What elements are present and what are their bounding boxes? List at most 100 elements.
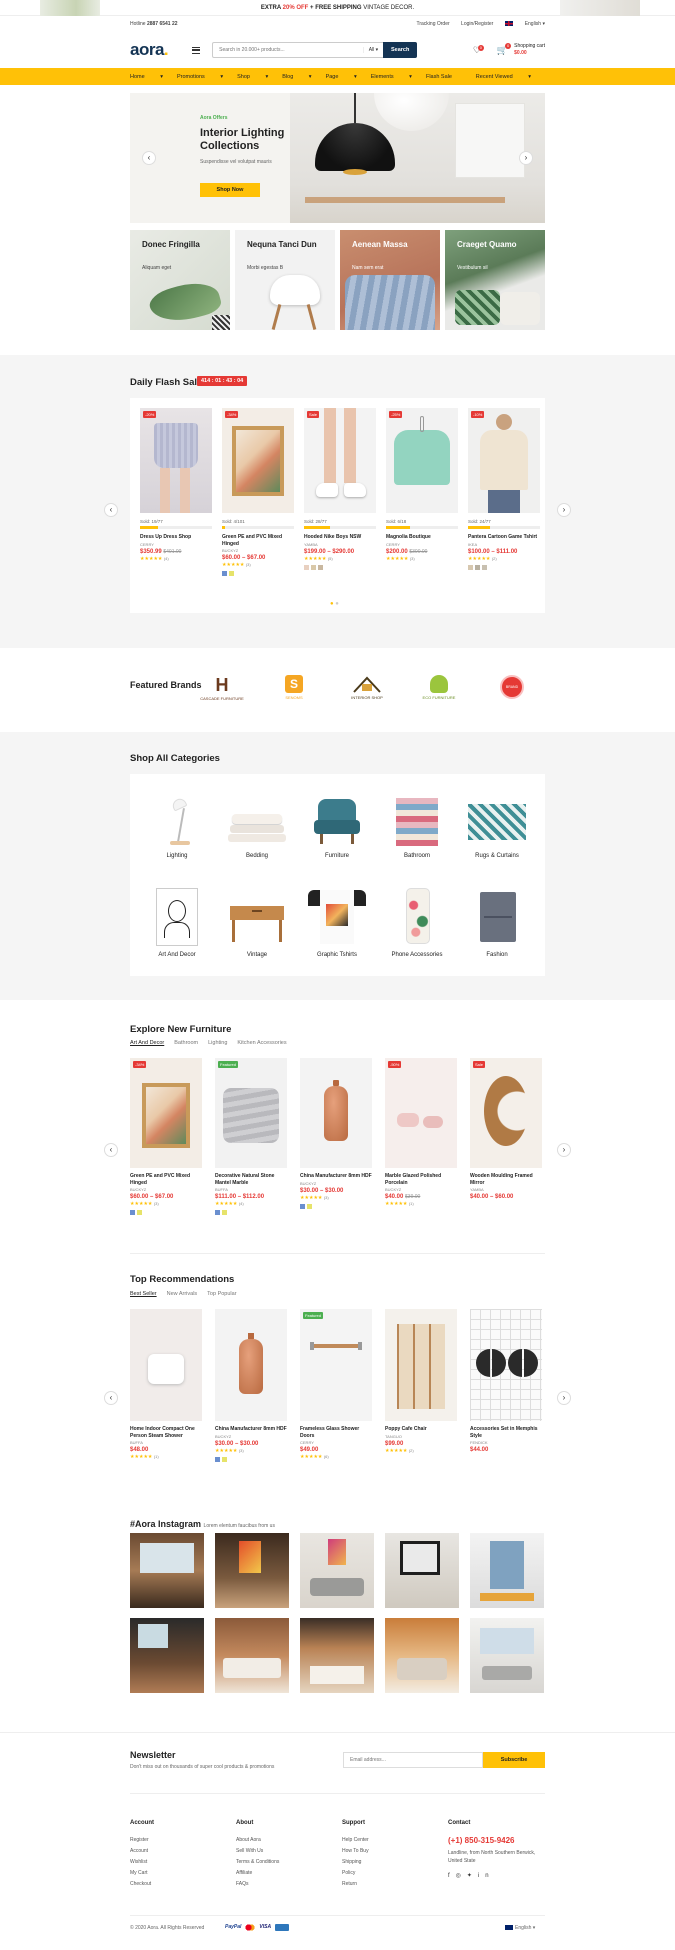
- banner[interactable]: Donec Fringilla Aliquam eget: [130, 230, 230, 330]
- instagram-post[interactable]: [300, 1533, 374, 1608]
- product-card[interactable]: Sale Wooden Moulding Framed Mirror YAMBA…: [470, 1058, 542, 1200]
- product-name[interactable]: Accessories Set in Memphis Style: [470, 1426, 542, 1439]
- tab-new-arrivals[interactable]: New Arrivals: [167, 1291, 198, 1297]
- chevron-left-icon[interactable]: ‹: [104, 503, 118, 517]
- tab-bathroom[interactable]: Bathroom: [174, 1040, 198, 1046]
- tab-top-popular[interactable]: Top Popular: [207, 1291, 236, 1297]
- footer-link[interactable]: How To Buy: [342, 1846, 442, 1857]
- product-card[interactable]: Featured Frameless Glass Shower Doors CE…: [300, 1309, 372, 1460]
- product-card[interactable]: -34% Sold: 4/101 Green PE and PVC Mixed …: [222, 408, 294, 578]
- nav-promotions[interactable]: Promotions ▾: [177, 74, 223, 80]
- product-card[interactable]: -10% Sold: 24/77 Pantera Cartoon Game Ts…: [468, 408, 540, 572]
- tab-kitchen-accessories[interactable]: Kitchen Accessories: [237, 1040, 286, 1046]
- footer-language-selector[interactable]: English ▾: [505, 1925, 535, 1931]
- footer-link[interactable]: Shipping: [342, 1857, 442, 1868]
- footer-link[interactable]: Register: [130, 1835, 230, 1846]
- chevron-right-icon[interactable]: ›: [557, 503, 571, 517]
- product-name[interactable]: Hooded Nike Boys NSW: [304, 534, 376, 541]
- product-card[interactable]: Accessories Set in Memphis Style FENDICK…: [470, 1309, 542, 1453]
- category-furniture[interactable]: Furniture: [302, 794, 372, 859]
- facebook-icon[interactable]: f: [448, 1873, 456, 1879]
- nav-blog[interactable]: Blog ▾: [282, 74, 311, 80]
- cart-button[interactable]: 🛒 0 Shopping cart $0.00: [497, 43, 545, 57]
- product-name[interactable]: Magnolia Boutique: [386, 534, 458, 541]
- instagram-post[interactable]: [300, 1618, 374, 1693]
- shop-now-button[interactable]: Shop Now: [200, 183, 260, 197]
- product-name[interactable]: China Manufacturer 8mm HDF: [215, 1426, 287, 1433]
- color-swatch[interactable]: [130, 1210, 135, 1215]
- tab-best-seller[interactable]: Best Seller: [130, 1291, 157, 1297]
- footer-link[interactable]: Wishlist: [130, 1857, 230, 1868]
- product-name[interactable]: Dress Up Dress Shop: [140, 534, 212, 541]
- product-card[interactable]: -50% Marble Glazed Polished Porcelain BU…: [385, 1058, 457, 1207]
- product-name[interactable]: Green PE and PVC Mixed Hinged: [222, 534, 294, 547]
- logo[interactable]: aora.: [130, 40, 169, 60]
- wishlist-icon[interactable]: ♡0: [473, 44, 487, 56]
- carousel-dots[interactable]: ● ●: [330, 601, 339, 607]
- nav-elements[interactable]: Elements ▾: [371, 74, 412, 80]
- brand-logo[interactable]: INTERIOR SHOP: [342, 675, 392, 705]
- brand-logo[interactable]: BRAND: [487, 675, 537, 705]
- instagram-post[interactable]: [215, 1533, 289, 1608]
- product-card[interactable]: Featured Decorative Natural Stone Mantel…: [215, 1058, 287, 1217]
- tracking-order-link[interactable]: Tracking Order: [416, 21, 449, 27]
- footer-link[interactable]: Checkout: [130, 1879, 230, 1890]
- color-swatch[interactable]: [311, 564, 316, 570]
- category-vintage[interactable]: Vintage: [222, 886, 292, 958]
- instagram-post[interactable]: [385, 1533, 459, 1608]
- color-swatch[interactable]: [300, 1203, 305, 1209]
- subscribe-button[interactable]: Subscribe: [483, 1752, 545, 1768]
- product-name[interactable]: Green PE and PVC Mixed Hinged: [130, 1173, 202, 1186]
- category-art-decor[interactable]: Art And Decor: [142, 886, 212, 958]
- product-name[interactable]: China Manufacturer 8mm HDF: [300, 1173, 372, 1180]
- instagram-post[interactable]: [470, 1618, 544, 1693]
- instagram-icon[interactable]: ◎: [456, 1873, 467, 1879]
- footer-link[interactable]: Account: [130, 1846, 230, 1857]
- linkedin-icon[interactable]: in: [478, 1873, 495, 1879]
- chevron-right-icon[interactable]: ›: [519, 151, 533, 165]
- color-swatch[interactable]: [229, 571, 234, 576]
- product-card[interactable]: -25% Sold: 6/18 Magnolia Boutique CERRY …: [386, 408, 458, 562]
- color-swatch[interactable]: [304, 564, 309, 570]
- category-rugs-curtains[interactable]: Rugs & Curtains: [462, 794, 532, 859]
- chevron-left-icon[interactable]: ‹: [142, 151, 156, 165]
- color-swatch[interactable]: [222, 1456, 227, 1462]
- footer-link[interactable]: Affiliate: [236, 1868, 336, 1879]
- product-name[interactable]: Decorative Natural Stone Mantel Marble: [215, 1173, 287, 1186]
- recent-viewed[interactable]: Recent Viewed ▾: [476, 74, 531, 80]
- footer-link[interactable]: FAQs: [236, 1879, 336, 1890]
- color-swatch[interactable]: [307, 1203, 312, 1209]
- category-select[interactable]: All ▾: [362, 47, 383, 53]
- category-phone-accessories[interactable]: Phone Accessories: [382, 886, 452, 958]
- category-graphic-tshirts[interactable]: Graphic Tshirts: [302, 886, 372, 958]
- brand-logo[interactable]: ECO FURNITURE: [414, 675, 464, 705]
- nav-shop[interactable]: Shop ▾: [237, 74, 268, 80]
- contact-phone[interactable]: (+1) 850-315-9426: [448, 1835, 545, 1846]
- color-swatch[interactable]: [137, 1210, 142, 1215]
- instagram-post[interactable]: [470, 1533, 544, 1608]
- product-name[interactable]: Marble Glazed Polished Porcelain: [385, 1173, 457, 1186]
- category-bathroom[interactable]: Bathroom: [382, 794, 452, 859]
- hotline-phone[interactable]: 2887 6541 22: [147, 21, 178, 27]
- product-card[interactable]: -20% Sold: 19/77 Dress Up Dress Shop CER…: [140, 408, 212, 562]
- footer-link[interactable]: Return: [342, 1879, 442, 1890]
- instagram-post[interactable]: [130, 1618, 204, 1693]
- product-card[interactable]: Poppy Cafe Chair TANGUO $99.00 ★★★★★ (2): [385, 1309, 457, 1454]
- chevron-right-icon[interactable]: ›: [557, 1143, 571, 1157]
- nav-page[interactable]: Page ▾: [326, 74, 357, 80]
- instagram-post[interactable]: [215, 1618, 289, 1693]
- menu-icon[interactable]: [192, 46, 201, 54]
- nav-flash-sale[interactable]: Flash Sale: [426, 74, 452, 80]
- footer-link[interactable]: About Aora: [236, 1835, 336, 1846]
- color-swatch[interactable]: [222, 1210, 227, 1215]
- search-input[interactable]: [213, 47, 363, 53]
- product-name[interactable]: Wooden Moulding Framed Mirror: [470, 1173, 542, 1186]
- color-swatch[interactable]: [222, 571, 227, 576]
- instagram-post[interactable]: [385, 1618, 459, 1693]
- footer-link[interactable]: Sell With Us: [236, 1846, 336, 1857]
- product-card[interactable]: Home Indoor Compact One Person Steam Sho…: [130, 1309, 202, 1460]
- color-swatch[interactable]: [475, 564, 480, 570]
- category-lighting[interactable]: Lighting: [142, 794, 212, 859]
- banner[interactable]: Aenean Massa Nam sem erat: [340, 230, 440, 330]
- twitter-icon[interactable]: ✦: [467, 1873, 478, 1879]
